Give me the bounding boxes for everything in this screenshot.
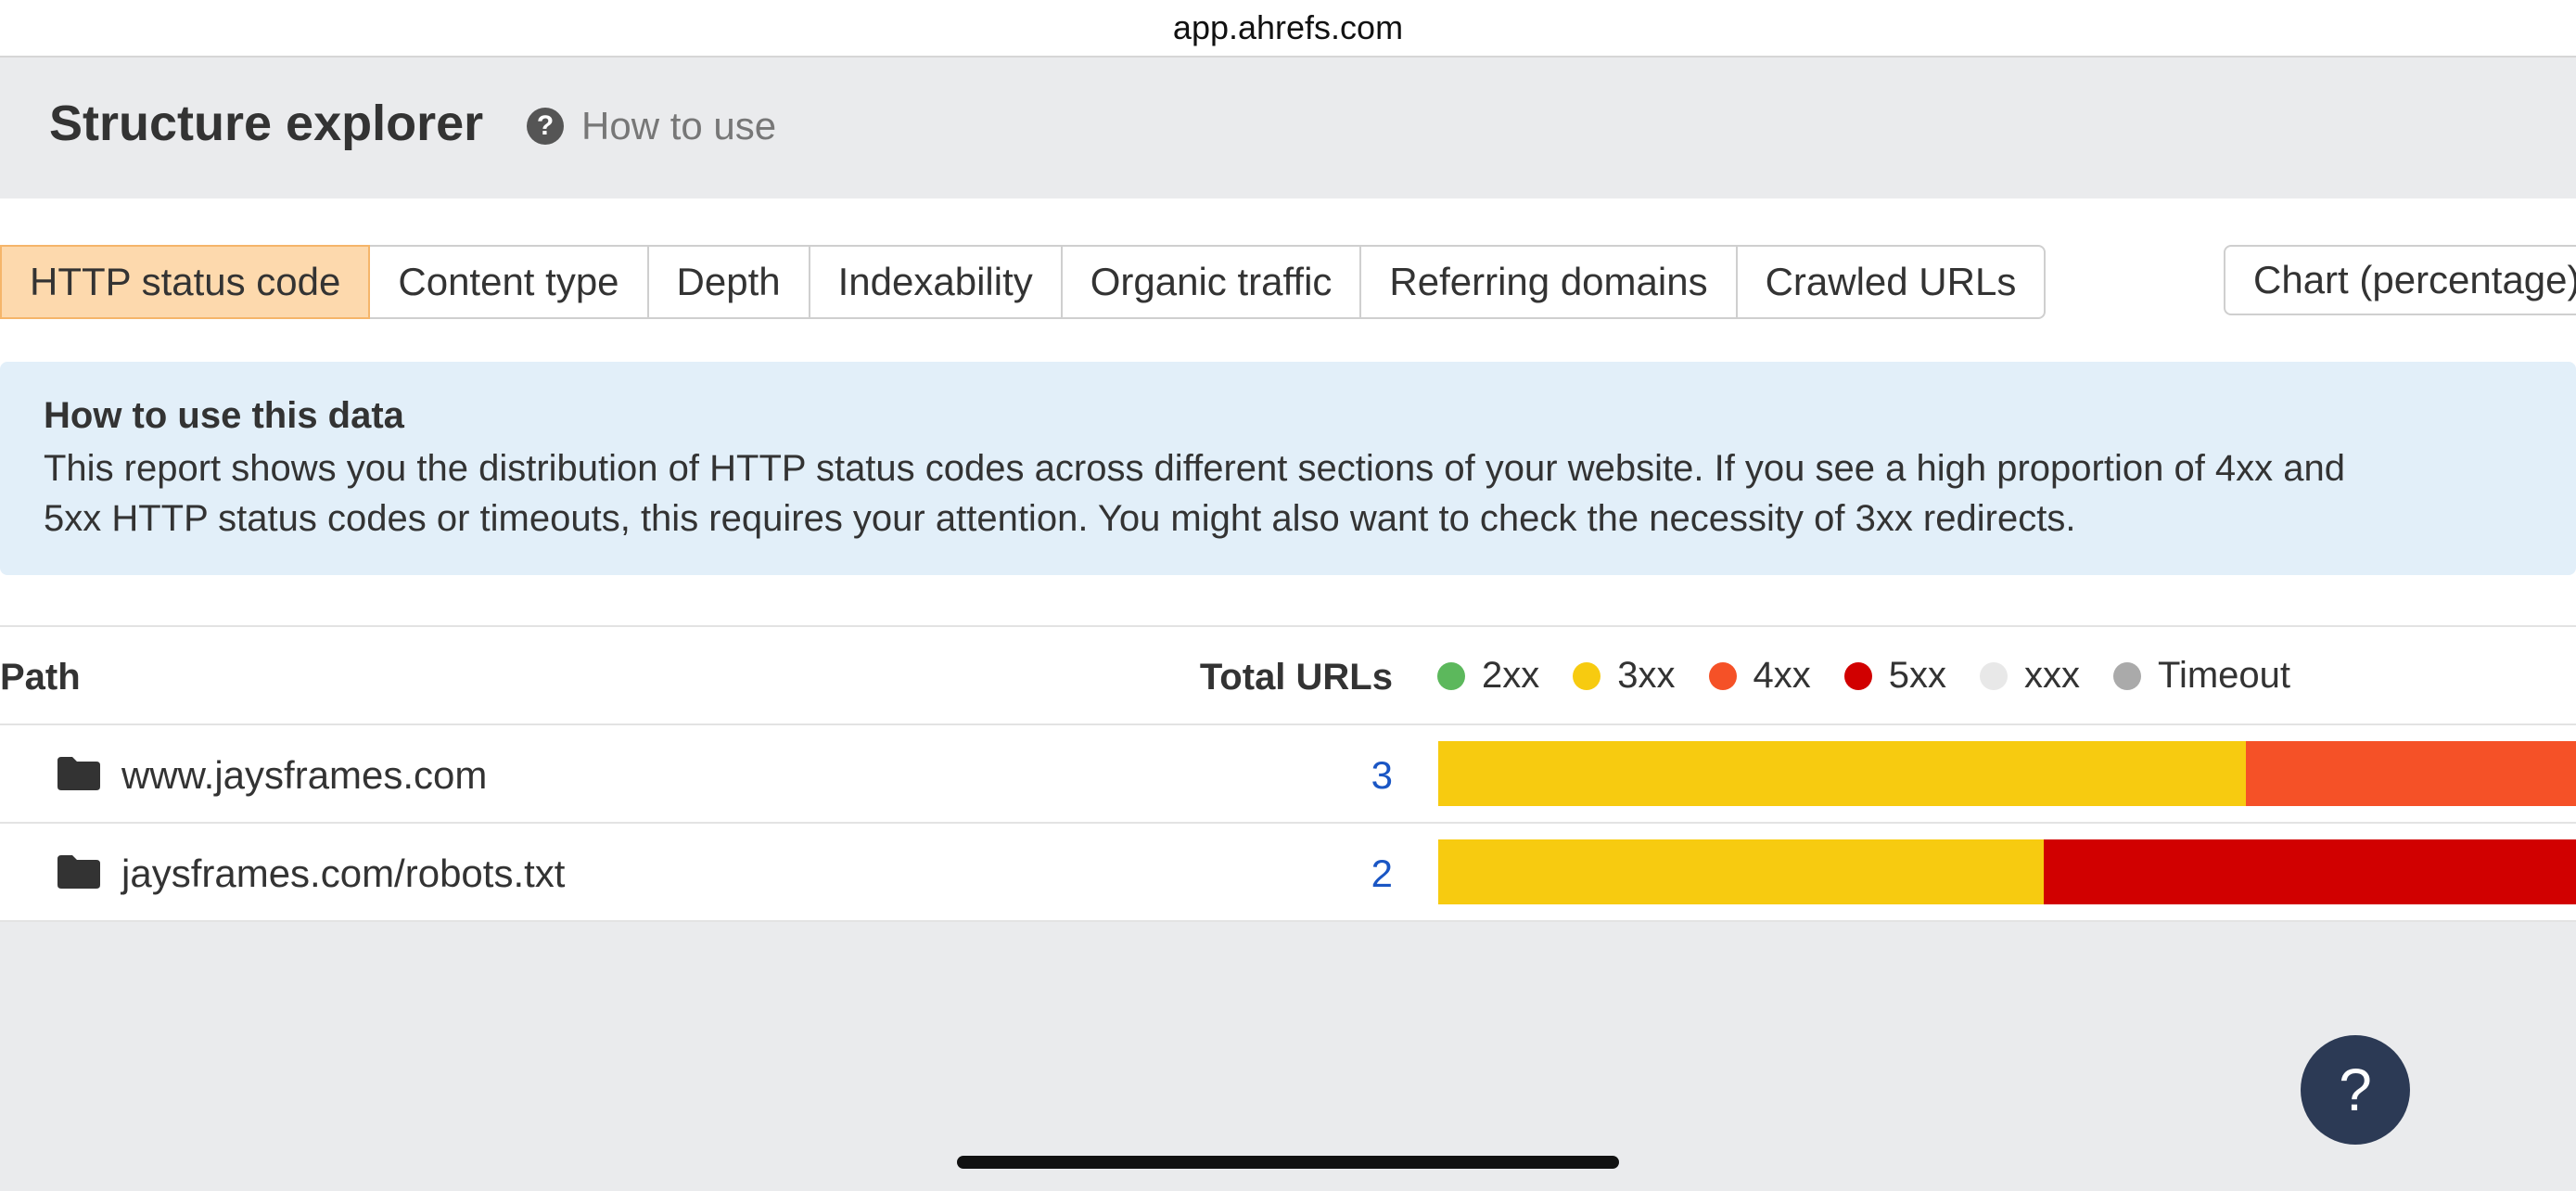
report-tabs: HTTP status code Content type Depth Inde… — [0, 245, 2047, 319]
column-header-total-urls[interactable]: Total URLs — [1200, 657, 1393, 698]
browser-url-bar[interactable]: app.ahrefs.com — [0, 0, 2576, 58]
legend-label: 2xx — [1482, 655, 1540, 696]
legend-dot-timeout — [2113, 661, 2141, 690]
column-header-path[interactable]: Path — [0, 657, 81, 698]
how-to-use-label: How to use — [581, 104, 777, 147]
browser-url: app.ahrefs.com — [1172, 8, 1404, 46]
bar-segment-3xx[interactable] — [1438, 839, 2044, 904]
legend-4xx[interactable]: 4xx — [1708, 655, 1811, 697]
legend-label: Timeout — [2158, 655, 2291, 696]
status-distribution-bar[interactable] — [1438, 839, 2576, 904]
chart-mode-select[interactable]: Chart (percentage) — [2224, 245, 2576, 315]
tab-indexability[interactable]: Indexability — [810, 247, 1063, 317]
folder-icon — [57, 855, 100, 889]
row-path[interactable]: www.jaysframes.com — [121, 753, 487, 798]
info-title: How to use this data — [44, 395, 404, 436]
folder-icon — [57, 757, 100, 790]
structure-table: Path Total URLs 2xx 3xx 4xx 5xx xxx Time… — [0, 625, 2576, 922]
table-header: Path Total URLs 2xx 3xx 4xx 5xx xxx Time… — [0, 625, 2576, 725]
bar-segment-3xx[interactable] — [1438, 741, 2247, 806]
row-path[interactable]: jaysframes.com/robots.txt — [121, 852, 565, 896]
help-chat-button[interactable]: ? — [2301, 1035, 2410, 1145]
tab-depth[interactable]: Depth — [649, 247, 810, 317]
bar-segment-5xx[interactable] — [2043, 839, 2576, 904]
status-distribution-bar[interactable] — [1438, 741, 2576, 806]
legend-label: 3xx — [1617, 655, 1676, 696]
legend-xxx[interactable]: xxx — [1980, 655, 2080, 697]
table-row: jaysframes.com/robots.txt 2 — [0, 824, 2576, 922]
bar-segment-4xx[interactable] — [2246, 741, 2576, 806]
legend-dot-3xx — [1573, 661, 1601, 690]
legend-dot-xxx — [1980, 661, 2008, 690]
legend-dot-5xx — [1843, 661, 1872, 690]
info-box: How to use this data This report shows y… — [0, 362, 2576, 575]
page-header: Structure explorer ? How to use — [0, 58, 2576, 198]
tab-referring-domains[interactable]: Referring domains — [1361, 247, 1738, 317]
legend-label: xxx — [2024, 655, 2080, 696]
status-legend: 2xx 3xx 4xx 5xx xxx Timeout — [1437, 655, 2324, 697]
how-to-use-link[interactable]: ? How to use — [527, 104, 776, 148]
main-content: HTTP status code Content type Depth Inde… — [0, 198, 2576, 922]
legend-dot-4xx — [1708, 661, 1737, 690]
tab-crawled-urls[interactable]: Crawled URLs — [1738, 247, 2045, 317]
row-total-urls-link[interactable]: 3 — [1371, 753, 1393, 798]
tab-organic-traffic[interactable]: Organic traffic — [1063, 247, 1362, 317]
tab-http-status-code[interactable]: HTTP status code — [0, 245, 371, 319]
legend-2xx[interactable]: 2xx — [1437, 655, 1539, 697]
home-indicator — [957, 1156, 1619, 1169]
page-title: Structure explorer — [49, 96, 484, 151]
row-total-urls-link[interactable]: 2 — [1371, 852, 1393, 896]
legend-timeout[interactable]: Timeout — [2113, 655, 2290, 697]
legend-5xx[interactable]: 5xx — [1843, 655, 1946, 697]
tab-content-type[interactable]: Content type — [370, 247, 649, 317]
question-circle-icon: ? — [527, 108, 564, 145]
legend-label: 4xx — [1753, 655, 1811, 696]
legend-dot-2xx — [1437, 661, 1465, 690]
table-row: www.jaysframes.com 3 — [0, 725, 2576, 824]
info-body: This report shows you the distribution o… — [44, 448, 2346, 539]
legend-label: 5xx — [1888, 655, 1946, 696]
legend-3xx[interactable]: 3xx — [1573, 655, 1676, 697]
